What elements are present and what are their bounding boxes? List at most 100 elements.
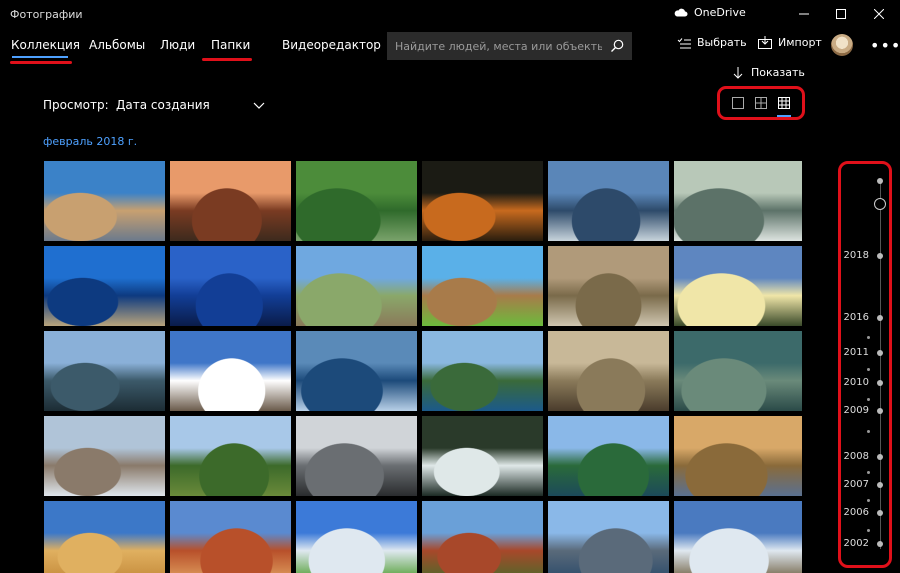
timeline-position-thumb[interactable] — [874, 198, 886, 210]
photo-thumbnail-lake-forest[interactable] — [548, 416, 669, 496]
timeline-year-dot — [877, 454, 883, 460]
app-title: Фотографии — [10, 8, 83, 21]
photo-thumbnail-sunset-tree-pond[interactable] — [422, 161, 543, 241]
arrow-down-icon — [733, 66, 743, 79]
timeline-year-dot — [877, 380, 883, 386]
photo-grid — [44, 161, 802, 573]
large-tiles-icon — [731, 97, 744, 109]
photo-thumbnail-blue-night-bay[interactable] — [170, 246, 291, 326]
timeline-year-dot — [877, 510, 883, 516]
search-box[interactable]: Найдите людей, места или объекты. — [387, 32, 632, 60]
search-input[interactable]: Найдите людей, места или объекты. — [387, 40, 602, 53]
timeline-minor-tick — [867, 471, 870, 474]
timeline-year-dot — [877, 482, 883, 488]
search-button[interactable] — [602, 32, 632, 60]
highlight-underline-folders — [202, 58, 252, 61]
timeline-year-dot — [877, 408, 883, 414]
view-label: Просмотр: — [43, 98, 109, 112]
photo-thumbnail-sea-arch[interactable] — [548, 161, 669, 241]
more-options-button[interactable]: ••• — [870, 36, 900, 55]
onedrive-status[interactable]: OneDrive — [674, 6, 746, 19]
photo-thumbnail-snow-peaks-blue[interactable] — [170, 331, 291, 411]
photo-thumbnail-cottage-flowers[interactable] — [422, 246, 543, 326]
minimize-button[interactable] — [794, 4, 814, 24]
photo-thumbnail-green-valley-peaks[interactable] — [170, 416, 291, 496]
timeline-minor-tick — [867, 529, 870, 532]
tab-people[interactable]: Люди — [160, 38, 195, 52]
cloud-icon — [674, 8, 688, 17]
timeline-year-2002[interactable]: 2002 — [844, 538, 869, 549]
view-small-button[interactable] — [775, 94, 793, 117]
tab-collection[interactable]: Коллекция — [11, 38, 80, 52]
timeline-minor-tick — [867, 499, 870, 502]
view-large-button[interactable] — [729, 94, 747, 112]
photo-thumbnail-mountain-lake-clouds[interactable] — [548, 501, 669, 573]
photo-thumbnail-rocky-lake[interactable] — [44, 161, 165, 241]
import-button[interactable]: Импорт — [758, 36, 822, 49]
photo-thumbnail-desert-dunes[interactable] — [44, 501, 165, 573]
photo-thumbnail-canyon-waterfall[interactable] — [422, 416, 543, 496]
photo-thumbnail-red-rock-monolith[interactable] — [170, 501, 291, 573]
photo-thumbnail-calm-green-sea[interactable] — [674, 331, 802, 411]
photo-thumbnail-long-exposure-rocks[interactable] — [296, 416, 417, 496]
maximize-button[interactable] — [831, 4, 851, 24]
account-avatar[interactable] — [831, 34, 853, 56]
close-button[interactable] — [869, 4, 889, 24]
photo-thumbnail-mountain-reflection[interactable] — [44, 331, 165, 411]
timeline-scrubber[interactable]: 2018 2016 2011 2010 2009 2008 2007 2006 2002 — [838, 161, 892, 568]
select-label: Выбрать — [697, 36, 747, 49]
timeline-year-2007[interactable]: 2007 — [844, 479, 869, 490]
photo-thumbnail-frozen-lake[interactable] — [44, 416, 165, 496]
photo-thumbnail-wooden-fence-hills[interactable] — [296, 246, 417, 326]
view-size-toggles — [717, 86, 805, 120]
timeline-year-2016[interactable]: 2016 — [844, 312, 869, 323]
close-icon — [874, 9, 884, 19]
photo-thumbnail-waterfall-stream[interactable] — [296, 331, 417, 411]
photo-thumbnail-autumn-marsh[interactable] — [674, 416, 802, 496]
onedrive-label: OneDrive — [694, 6, 746, 19]
photo-thumbnail-sun-over-lake[interactable] — [674, 246, 802, 326]
import-icon — [758, 36, 772, 49]
maximize-icon — [836, 9, 846, 19]
timeline-top-dot — [877, 178, 883, 184]
timeline-year-2006[interactable]: 2006 — [844, 507, 869, 518]
search-icon — [611, 39, 624, 52]
timeline-year-2018[interactable]: 2018 — [844, 250, 869, 261]
select-button[interactable]: Выбрать — [677, 36, 747, 49]
timeline-year-2008[interactable]: 2008 — [844, 451, 869, 462]
view-dropdown-button[interactable] — [253, 98, 265, 117]
timeline-year-2009[interactable]: 2009 — [844, 405, 869, 416]
photo-thumbnail-red-mountains[interactable] — [422, 501, 543, 573]
timeline-year-dot — [877, 541, 883, 547]
photo-thumbnail-misty-lake[interactable] — [548, 246, 669, 326]
photo-thumbnail-foggy-coast[interactable] — [548, 331, 669, 411]
show-button[interactable]: Показать — [733, 66, 805, 79]
photo-thumbnail-sea-cliff-island[interactable] — [422, 331, 543, 411]
timeline-year-dot — [877, 315, 883, 321]
timeline-year-dot — [877, 350, 883, 356]
select-list-icon — [677, 37, 691, 48]
photo-thumbnail-green-fields[interactable] — [296, 501, 417, 573]
timeline-year-2011[interactable]: 2011 — [844, 347, 869, 358]
photo-thumbnail-snowy-range-meadow[interactable] — [674, 501, 802, 573]
timeline-track — [880, 180, 881, 549]
tab-albums[interactable]: Альбомы — [89, 38, 145, 52]
timeline-minor-tick — [867, 368, 870, 371]
photo-thumbnail-boats-shore[interactable] — [44, 246, 165, 326]
medium-tiles-icon — [754, 97, 767, 109]
photo-thumbnail-snowy-forest[interactable] — [674, 161, 802, 241]
view-dropdown-value[interactable]: Дата создания — [116, 98, 210, 112]
timeline-year-dot — [877, 253, 883, 259]
timeline-minor-tick — [867, 398, 870, 401]
highlight-underline-collection — [10, 61, 72, 64]
small-tiles-icon — [778, 97, 791, 109]
photo-thumbnail-green-river-valley[interactable] — [296, 161, 417, 241]
tab-folders[interactable]: Папки — [211, 38, 250, 52]
timeline-minor-tick — [867, 336, 870, 339]
tab-video-editor[interactable]: Видеоредактор — [282, 38, 381, 52]
timeline-year-2010[interactable]: 2010 — [844, 377, 869, 388]
show-label: Показать — [751, 66, 805, 79]
tab-selected-indicator — [12, 56, 68, 58]
view-medium-button[interactable] — [752, 94, 770, 112]
photo-thumbnail-red-canyon-sunset[interactable] — [170, 161, 291, 241]
